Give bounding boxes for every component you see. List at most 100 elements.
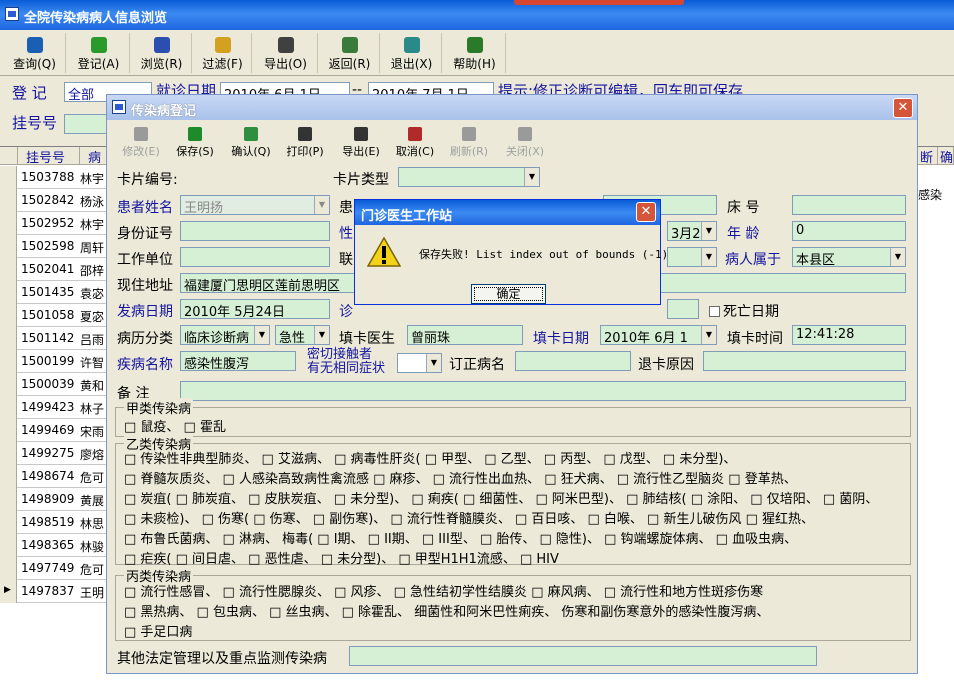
row-indicator[interactable] bbox=[0, 396, 17, 419]
chevron-down-icon[interactable]: ▼ bbox=[890, 248, 905, 266]
chevron-down-icon[interactable]: ▼ bbox=[314, 326, 329, 344]
table-row[interactable]: 1499423 林子 bbox=[0, 396, 107, 419]
table-row[interactable]: 1503788 林宇 bbox=[0, 166, 107, 189]
table-row[interactable]: 1499275 廖熔 bbox=[0, 442, 107, 465]
other-field[interactable] bbox=[349, 646, 817, 666]
contact-symptom-combo[interactable]: ▼ bbox=[397, 353, 442, 373]
onset-field[interactable]: 2010年 5月24日 bbox=[180, 299, 330, 319]
disease-checkbox-line[interactable]: □ 炭疽( □ 肺炭疽、 □ 皮肤炭疽、 □ 未分型)、 □ 痢疾( □ 细菌性… bbox=[124, 488, 878, 507]
table-row[interactable]: 1502842 杨泳 bbox=[0, 189, 107, 212]
row-indicator[interactable] bbox=[0, 511, 17, 534]
table-row[interactable]: 1499469 宋雨 bbox=[0, 419, 107, 442]
toolbar-button-2[interactable]: 浏览(R) bbox=[132, 33, 192, 73]
disease-checkbox-line[interactable]: □ 传染性非典型肺炎、 □ 艾滋病、 □ 病毒性肝炎( □ 甲型、 □ 乙型、 … bbox=[124, 448, 736, 467]
toolbar-button-1[interactable]: 登记(A) bbox=[68, 33, 130, 73]
dialog-toolbar-button-5[interactable]: 取消(C) bbox=[389, 126, 441, 160]
dialog-toolbar-button-6[interactable]: 刷新(R) bbox=[443, 126, 495, 160]
row-indicator[interactable] bbox=[0, 258, 17, 281]
table-row[interactable]: ▶ 1497837 王明 bbox=[0, 580, 107, 603]
toolbar-button-7[interactable]: 帮助(H) bbox=[444, 33, 506, 73]
table-row[interactable]: 1502952 林宇 bbox=[0, 212, 107, 235]
checkbox-icon[interactable] bbox=[709, 306, 720, 317]
id-field[interactable] bbox=[180, 221, 330, 241]
fill-time-field[interactable]: 12:41:28 bbox=[792, 325, 906, 345]
disease-field[interactable]: 感染性腹泻 bbox=[180, 351, 296, 371]
table-row[interactable]: 1501142 吕雨 bbox=[0, 327, 107, 350]
dialog-toolbar-button-4[interactable]: 导出(E) bbox=[335, 126, 387, 160]
row-indicator[interactable] bbox=[0, 534, 17, 557]
chevron-down-icon[interactable]: ▼ bbox=[701, 248, 716, 266]
message-close-button[interactable]: ✕ bbox=[636, 202, 656, 222]
row-indicator[interactable] bbox=[0, 212, 17, 235]
chevron-down-icon[interactable]: ▼ bbox=[524, 168, 539, 186]
table-row[interactable]: 1500039 黄和 bbox=[0, 373, 107, 396]
table-row[interactable]: 1502598 周轩 bbox=[0, 235, 107, 258]
row-indicator[interactable] bbox=[0, 350, 17, 373]
dialog-toolbar-button-7[interactable]: 关闭(X) bbox=[499, 126, 551, 160]
table-row[interactable]: 1500199 许智 bbox=[0, 350, 107, 373]
group-a-items[interactable]: □ 鼠疫、 □ 霍乱 bbox=[124, 416, 226, 435]
row-indicator[interactable] bbox=[0, 327, 17, 350]
disease-checkbox-line[interactable]: □ 疟疾( □ 间日虐、 □ 恶性虐、 □ 未分型)、 □ 甲型H1H1流感、 … bbox=[124, 548, 559, 567]
disease-checkbox-line[interactable]: □ 未痰检)、 □ 伤寒( □ 伤寒、 □ 副伤寒)、 □ 流行性脊髓膜炎、 □… bbox=[124, 508, 814, 527]
patient-name-field[interactable]: 王明扬 ▼ bbox=[180, 195, 330, 215]
cancel-reason-field[interactable] bbox=[703, 351, 906, 371]
row-indicator[interactable] bbox=[0, 488, 17, 511]
titlebar-button-edge[interactable] bbox=[514, 0, 684, 5]
table-row[interactable]: 1498909 黄展 bbox=[0, 488, 107, 511]
grid-header-confirm[interactable]: 确 bbox=[938, 147, 954, 166]
row-indicator[interactable] bbox=[0, 189, 17, 212]
age-field[interactable]: 0 bbox=[792, 221, 906, 241]
chevron-down-icon[interactable]: ▼ bbox=[701, 222, 716, 240]
dialog-toolbar-button-1[interactable]: 保存(S) bbox=[169, 126, 221, 160]
row-indicator[interactable] bbox=[0, 419, 17, 442]
row-indicator[interactable] bbox=[0, 373, 17, 396]
toolbar-button-4[interactable]: 导出(O) bbox=[254, 33, 318, 73]
toolbar-button-0[interactable]: 查询(Q) bbox=[4, 33, 66, 73]
contact-combo[interactable]: ▼ bbox=[667, 247, 717, 267]
disease-checkbox-line[interactable]: □ 手足口病 bbox=[124, 621, 192, 640]
table-row[interactable]: 1502041 邵梓 bbox=[0, 258, 107, 281]
row-indicator[interactable] bbox=[0, 442, 17, 465]
disease-checkbox-line[interactable]: □ 布鲁氏菌病、 □ 淋病、 梅毒( □ I期、 □ II期、 □ III型、 … bbox=[124, 528, 797, 547]
chevron-down-icon[interactable]: ▼ bbox=[314, 196, 329, 214]
row-indicator[interactable] bbox=[0, 235, 17, 258]
table-row[interactable]: 1497749 危可 bbox=[0, 557, 107, 580]
toolbar-button-3[interactable]: 过滤(F) bbox=[194, 33, 252, 73]
dialog-close-button[interactable]: ✕ bbox=[893, 98, 913, 118]
dialog-toolbar-button-0[interactable]: 修改(E) bbox=[115, 126, 167, 160]
table-row[interactable]: 1498519 林思 bbox=[0, 511, 107, 534]
fill-date-field[interactable]: 2010年 6月 1 ▼ bbox=[600, 325, 717, 345]
row-indicator[interactable] bbox=[0, 304, 17, 327]
table-row[interactable]: 1498365 林骏 bbox=[0, 534, 107, 557]
grid-header-regno[interactable]: 挂号号 bbox=[18, 147, 80, 166]
bed-field[interactable] bbox=[792, 195, 906, 215]
ok-button[interactable]: 确定 bbox=[471, 284, 546, 304]
dialog-toolbar-button-2[interactable]: 确认(Q) bbox=[225, 126, 277, 160]
grid-header-diag[interactable]: 断 bbox=[918, 147, 938, 166]
birth-date-field[interactable]: 3月20 ▼ bbox=[667, 221, 717, 241]
toolbar-button-6[interactable]: 退出(X) bbox=[382, 33, 442, 73]
disease-checkbox-line[interactable]: □ 流行性感冒、 □ 流行性腮腺炎、 □ 风疹、 □ 急性结初学性结膜炎 □ 麻… bbox=[124, 581, 763, 600]
correct-field[interactable] bbox=[515, 351, 631, 371]
toolbar-button-5[interactable]: 返回(R) bbox=[320, 33, 380, 73]
acute-combo[interactable]: 急性 ▼ bbox=[275, 325, 330, 345]
row-indicator[interactable] bbox=[0, 281, 17, 304]
table-row[interactable]: 1501058 夏宓 bbox=[0, 304, 107, 327]
chevron-down-icon[interactable]: ▼ bbox=[701, 326, 716, 344]
row-indicator[interactable] bbox=[0, 557, 17, 580]
remark-field[interactable] bbox=[180, 381, 906, 401]
doctor-field[interactable]: 曾丽珠 bbox=[407, 325, 523, 345]
table-row[interactable]: 1501435 袁宓 bbox=[0, 281, 107, 304]
belongs-combo[interactable]: 本县区 ▼ bbox=[792, 247, 906, 267]
diag-date-spin[interactable] bbox=[667, 299, 699, 319]
death-date-check[interactable]: 死亡日期 bbox=[709, 301, 779, 321]
chevron-down-icon[interactable]: ▼ bbox=[254, 326, 269, 344]
reg-no-input[interactable] bbox=[64, 114, 108, 134]
row-indicator[interactable]: ▶ bbox=[0, 580, 17, 603]
work-field[interactable] bbox=[180, 247, 330, 267]
card-type-combo[interactable]: ▼ bbox=[398, 167, 540, 187]
history-combo[interactable]: 临床诊断病 ▼ bbox=[180, 325, 270, 345]
chevron-down-icon[interactable]: ▼ bbox=[426, 354, 441, 372]
dialog-toolbar-button-3[interactable]: 打印(P) bbox=[279, 126, 331, 160]
